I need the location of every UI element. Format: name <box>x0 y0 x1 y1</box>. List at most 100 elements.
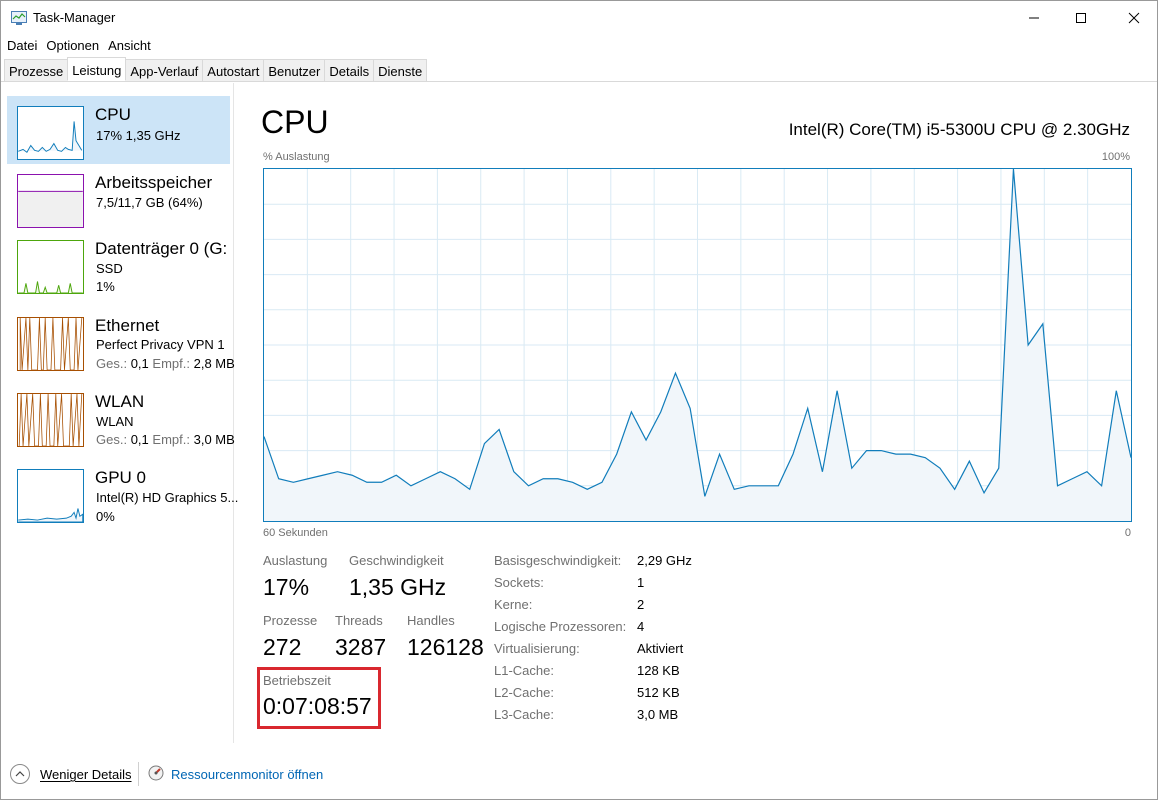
processes-value: 272 <box>263 634 302 660</box>
title-bar: Task-Manager <box>1 1 1157 35</box>
utilization-label: Auslastung <box>263 553 328 568</box>
processes-label: Prozesse <box>263 613 318 628</box>
sidebar-disk-type: SSD <box>96 261 123 276</box>
disk-mini-graph <box>17 240 84 294</box>
sidebar-item-gpu[interactable]: GPU 0 Intel(R) HD Graphics 5... 0% <box>7 459 238 527</box>
sidebar-item-disk[interactable]: Datenträger 0 (G: SSD 1% <box>7 230 230 298</box>
threads-value: 3287 <box>335 634 387 660</box>
spec-label: L2-Cache: <box>494 685 554 700</box>
tab-details[interactable]: Details <box>324 59 375 81</box>
wlan-send-label: Ges.: <box>96 432 128 447</box>
menu-ansicht[interactable]: Ansicht <box>102 36 151 56</box>
page-title: CPU <box>261 104 329 140</box>
chevron-up-icon[interactable] <box>10 764 30 784</box>
chevron-up-glyph <box>15 771 25 777</box>
ethernet-send-label: Ges.: <box>96 356 128 371</box>
minimize-button[interactable] <box>1011 1 1057 34</box>
spec-label: Basisgeschwindigkeit: <box>494 553 622 568</box>
window-title: Task-Manager <box>33 10 116 25</box>
close-button[interactable] <box>1111 1 1157 34</box>
cpu-mini-graph <box>17 106 84 160</box>
maximize-icon <box>1076 12 1086 23</box>
sidebar-cpu-usage: 17% 1,35 GHz <box>96 128 181 143</box>
spec-value: 4 <box>637 619 645 634</box>
wlan-recv-value: 3,0 MB <box>193 432 235 447</box>
footer-bar: Weniger Details Ressourcenmonitor öffnen <box>1 756 1157 796</box>
spec-label: Kerne: <box>494 597 533 612</box>
spec-value: Aktiviert <box>637 641 684 656</box>
wlan-recv-label: Empf.: <box>152 432 190 447</box>
sidebar-disk-usage: 1% <box>96 279 115 294</box>
menu-bar: Datei Optionen Ansicht <box>1 36 154 56</box>
tab-prozesse[interactable]: Prozesse <box>4 59 69 81</box>
menu-optionen[interactable]: Optionen <box>40 36 99 56</box>
handles-label: Handles <box>407 613 455 628</box>
sidebar-wlan-throughput: Ges.: 0,1 Empf.: 3,0 MB <box>96 432 235 447</box>
tab-benutzer[interactable]: Benutzer <box>263 59 326 81</box>
utilization-value: 17% <box>263 574 310 600</box>
spec-value: 2,29 GHz <box>637 553 692 568</box>
spec-label: Sockets: <box>494 575 544 590</box>
y-axis-label: % Auslastung <box>263 151 330 163</box>
uptime-highlight-box <box>257 667 381 729</box>
spec-label: L1-Cache: <box>494 663 554 678</box>
spec-label: Virtualisierung: <box>494 641 580 656</box>
maximize-button[interactable] <box>1058 1 1104 34</box>
x-axis-left-label: 60 Sekunden <box>263 527 328 539</box>
threads-label: Threads <box>335 613 383 628</box>
task-manager-icon <box>11 11 27 25</box>
tab-autostart[interactable]: Autostart <box>202 59 265 81</box>
task-manager-window: Task-Manager Datei Optionen Ansicht Proz… <box>0 0 1158 800</box>
performance-sidebar: CPU 17% 1,35 GHz Arbeitsspeicher 7,5/11,… <box>1 83 238 743</box>
speed-value: 1,35 GHz <box>349 574 447 600</box>
sidebar-item-wlan[interactable]: WLAN WLAN Ges.: 0,1 Empf.: 3,0 MB <box>7 383 235 451</box>
spec-value: 1 <box>637 575 645 590</box>
spec-value: 128 KB <box>637 663 680 678</box>
sidebar-gpu-title: GPU 0 <box>95 468 147 487</box>
sidebar-wlan-adapter: WLAN <box>96 414 134 429</box>
sidebar-item-memory[interactable]: Arbeitsspeicher 7,5/11,7 GB (64%) <box>7 164 230 232</box>
tab-leistung[interactable]: Leistung <box>67 57 127 81</box>
sidebar-gpu-name: Intel(R) HD Graphics 5... <box>96 490 239 505</box>
y-axis-max-label: 100% <box>1101 151 1130 163</box>
spec-value: 3,0 MB <box>637 707 679 722</box>
sidebar-disk-title: Datenträger 0 (G: <box>95 239 228 258</box>
sidebar-item-ethernet[interactable]: Ethernet Perfect Privacy VPN 1 Ges.: 0,1… <box>7 307 235 375</box>
sidebar-memory-title: Arbeitsspeicher <box>95 173 213 192</box>
wlan-mini-graph <box>17 393 84 447</box>
spec-label: Logische Prozessoren: <box>494 619 627 634</box>
resource-monitor-icon <box>148 765 164 781</box>
ethernet-mini-graph <box>17 317 84 371</box>
gpu-mini-graph <box>17 469 84 523</box>
handles-value: 126128 <box>407 634 484 660</box>
resource-monitor-link[interactable]: Ressourcenmonitor öffnen <box>171 767 323 782</box>
x-axis-right-label: 0 <box>1124 527 1131 539</box>
sidebar-item-cpu[interactable]: CPU 17% 1,35 GHz <box>7 96 230 164</box>
tab-dienste[interactable]: Dienste <box>373 59 428 81</box>
close-icon <box>1128 12 1140 23</box>
tab-app-verlauf[interactable]: App-Verlauf <box>125 59 204 81</box>
cpu-utilization-graph <box>263 168 1132 522</box>
footer-separator <box>138 762 139 786</box>
ethernet-recv-label: Empf.: <box>152 356 190 371</box>
sidebar-cpu-title: CPU <box>95 105 131 124</box>
memory-mini-graph <box>17 174 84 228</box>
sidebar-ethernet-throughput: Ges.: 0,1 Empf.: 2,8 MB <box>96 356 235 371</box>
menu-datei[interactable]: Datei <box>1 36 37 56</box>
sidebar-ethernet-adapter: Perfect Privacy VPN 1 <box>96 337 225 352</box>
sidebar-ethernet-title: Ethernet <box>95 316 160 335</box>
sidebar-memory-usage: 7,5/11,7 GB (64%) <box>96 195 203 210</box>
tab-bar: Prozesse Leistung App-Verlauf Autostart … <box>1 57 1157 82</box>
ethernet-recv-value: 2,8 MB <box>193 356 235 371</box>
sidebar-gpu-usage: 0% <box>96 509 115 524</box>
speed-label: Geschwindigkeit <box>349 553 444 568</box>
cpu-model-name: Intel(R) Core(TM) i5-5300U CPU @ 2.30GHz <box>788 120 1130 139</box>
spec-value: 2 <box>637 597 645 612</box>
fewer-details-link[interactable]: Weniger Details <box>40 767 132 782</box>
spec-label: L3-Cache: <box>494 707 554 722</box>
wlan-send-value: 0,1 <box>130 432 149 447</box>
spec-value: 512 KB <box>637 685 680 700</box>
minimize-icon <box>1029 17 1039 18</box>
ethernet-send-value: 0,1 <box>130 356 149 371</box>
sidebar-wlan-title: WLAN <box>95 392 145 411</box>
